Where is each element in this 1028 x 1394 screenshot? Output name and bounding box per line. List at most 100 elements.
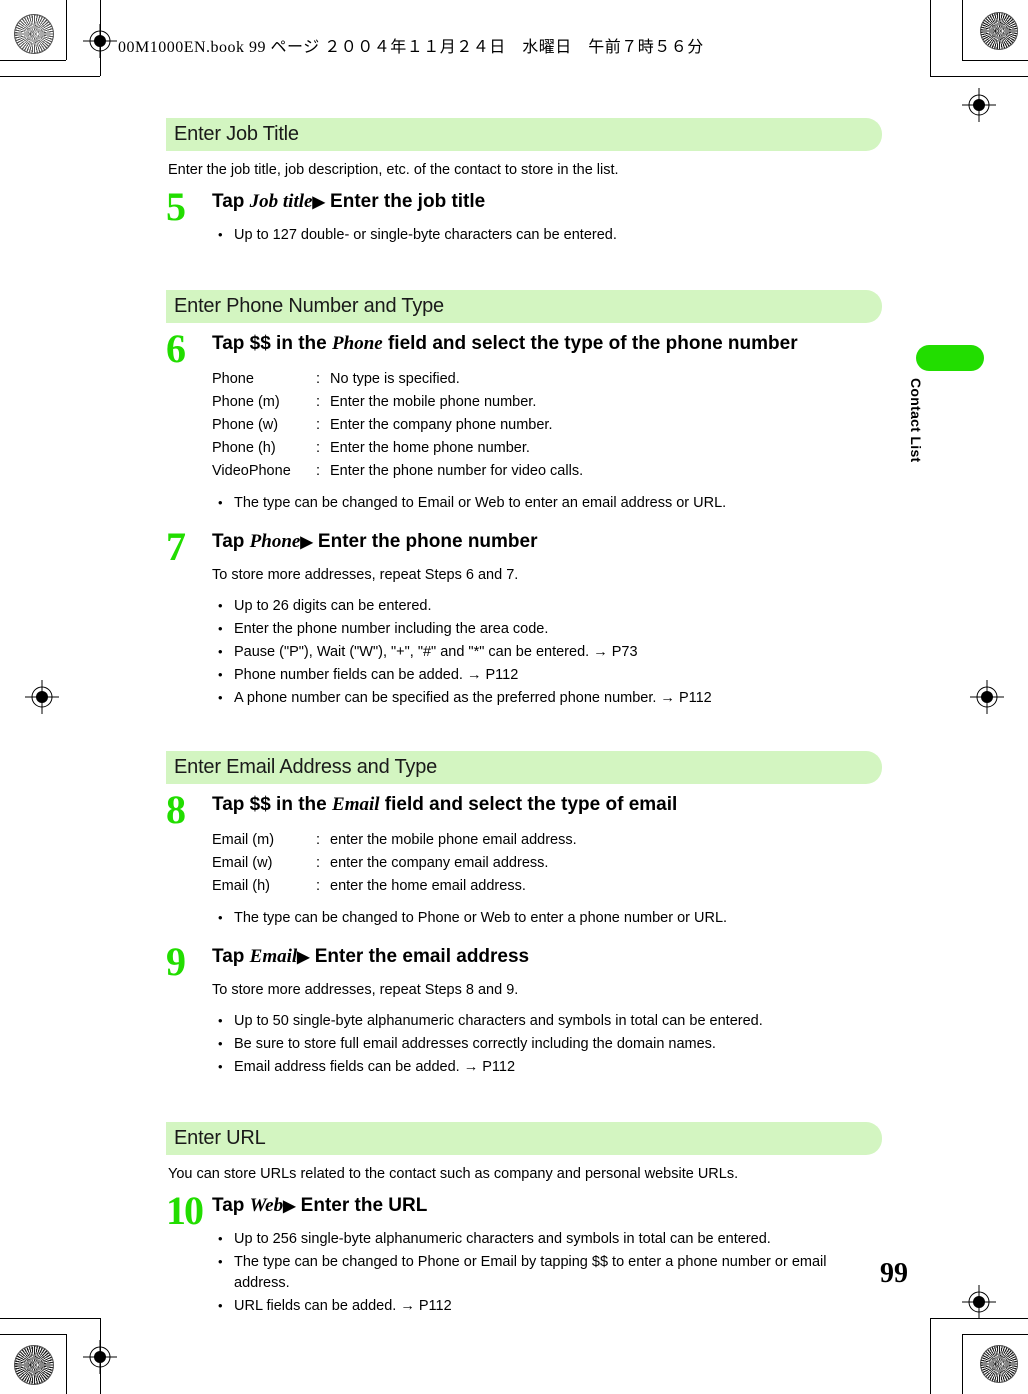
step-heading-pre: Tap $$ in the: [212, 794, 333, 815]
definition-separator: :: [316, 878, 321, 894]
step-bullet-list: Up to 127 double- or single-byte charact…: [212, 224, 882, 246]
crosshair-target-bottom-right: [962, 1285, 996, 1319]
step-body: Tap $$ in the Email field and select the…: [212, 793, 882, 931]
step-bullet-list: Up to 50 single-byte alphanumeric charac…: [212, 1010, 882, 1078]
rosette-mark-top-left: [14, 14, 54, 54]
section-enter-phone-number-and-type: Enter Phone Number and Type 6 Tap $$ in …: [166, 290, 882, 711]
section-heading-label: Enter Job Title: [174, 123, 299, 145]
definition-description: Enter the phone number for video calls.: [330, 463, 584, 479]
definition-row: Phone (h) : Enter the home phone number.: [212, 437, 882, 460]
step-7: 7 Tap Phone▶ Enter the phone number To s…: [166, 524, 882, 711]
print-slug-line: 00M1000EN.book 99 ページ ２００４年１１月２４日 水曜日 午前…: [118, 39, 704, 56]
section-tab-marker: [916, 345, 984, 371]
rosette-mark-bottom-left: [14, 1345, 54, 1385]
bullet-item: Up to 256 single-byte alphanumeric chara…: [212, 1228, 882, 1250]
definition-term: Phone (h): [212, 440, 276, 456]
crop-line-right-inner: [930, 0, 931, 76]
triangle-icon: ▶: [300, 534, 313, 551]
step-heading-post: Enter the phone number: [312, 531, 538, 552]
rosette-mark-bottom-right: [980, 1345, 1018, 1383]
step-heading: Tap Job title▶ Enter the job title: [212, 190, 882, 215]
step-number: 10: [166, 1188, 204, 1233]
crosshair-target-left-middle: [25, 680, 59, 714]
crosshair-target-bottom-left: [83, 1340, 117, 1374]
crop-line-top-outer: [0, 60, 66, 61]
definition-row: Email (w) : enter the company email addr…: [212, 852, 882, 875]
step-note: To store more addresses, repeat Steps 8 …: [212, 982, 519, 998]
email-type-definition-list: Email (m) : enter the mobile phone email…: [212, 829, 882, 898]
step-bullet-list: The type can be changed to Email or Web …: [212, 492, 882, 514]
definition-separator: :: [316, 417, 321, 433]
crosshair-target-right-middle: [970, 680, 1004, 714]
crop-line-left-outer: [66, 0, 67, 60]
step-heading: Tap Web▶ Enter the URL: [212, 1194, 882, 1219]
field-name-job-title: Job title: [249, 191, 313, 212]
definition-term: Email (m): [212, 832, 275, 848]
definition-description: Enter the mobile phone number.: [330, 394, 537, 410]
step-bullet-list: Up to 26 digits can be entered. Enter th…: [212, 595, 882, 709]
definition-description: No type is specified.: [330, 371, 460, 387]
step-bullet-list: The type can be changed to Phone or Web …: [212, 907, 882, 929]
section-intro-text: You can store URLs related to the contac…: [168, 1166, 739, 1182]
step-heading: Tap Email▶ Enter the email address: [212, 945, 882, 970]
definition-separator: :: [316, 855, 321, 871]
definition-term: Phone: [212, 371, 254, 387]
rosette-mark-top-right: [980, 12, 1018, 50]
bullet-item: Pause ("P"), Wait ("W"), "+", "#" and "*…: [212, 641, 882, 663]
step-note: To store more addresses, repeat Steps 6 …: [212, 567, 519, 583]
step-body: Tap $$ in the Phone field and select the…: [212, 332, 882, 516]
step-heading-pre: Tap: [212, 191, 250, 212]
definition-separator: :: [316, 463, 321, 479]
crosshair-target-top-right: [962, 88, 996, 122]
definition-row: Email (m) : enter the mobile phone email…: [212, 829, 882, 852]
section-enter-url: Enter URL You can store URLs related to …: [166, 1122, 882, 1319]
step-8: 8 Tap $$ in the Email field and select t…: [166, 790, 882, 931]
crop-line-bottom-right-outer: [962, 1334, 1028, 1335]
crop-line-right-bottom-outer: [962, 1334, 963, 1394]
step-heading-post: Enter the URL: [295, 1195, 428, 1216]
bullet-item: Enter the phone number including the are…: [212, 618, 882, 640]
step-heading-post: field and select the type of the phone n…: [382, 333, 798, 354]
step-heading: Tap Phone▶ Enter the phone number: [212, 530, 882, 555]
step-heading-pre: Tap: [212, 946, 250, 967]
page-number: 99: [880, 1258, 908, 1289]
step-bullet-list: Up to 256 single-byte alphanumeric chara…: [212, 1228, 882, 1317]
triangle-icon: ▶: [312, 194, 325, 211]
definition-description: Enter the home phone number.: [330, 440, 530, 456]
crop-line-left-bottom-outer: [66, 1334, 67, 1394]
step-number: 9: [166, 939, 186, 984]
step-number: 7: [166, 524, 186, 569]
definition-term: Phone (w): [212, 417, 279, 433]
definition-row: Phone (w) : Enter the company phone numb…: [212, 414, 882, 437]
step-heading-pre: Tap $$ in the: [212, 333, 333, 354]
bullet-item: Up to 50 single-byte alphanumeric charac…: [212, 1010, 882, 1032]
definition-row: Phone : No type is specified.: [212, 368, 882, 391]
crop-line-top-right-inner: [930, 76, 1028, 77]
section-heading-band: Enter URL: [166, 1122, 882, 1155]
step-number: 5: [166, 184, 186, 229]
definition-description: Enter the company phone number.: [330, 417, 553, 433]
section-enter-job-title: Enter Job Title Enter the job title, job…: [166, 118, 882, 248]
step-heading-post: Enter the job title: [324, 191, 486, 212]
crop-line-right-outer: [962, 0, 963, 60]
step-body: Tap Web▶ Enter the URL Up to 256 single-…: [212, 1194, 882, 1319]
phone-type-definition-list: Phone : No type is specified. Phone (m) …: [212, 368, 882, 483]
step-9: 9 Tap Email▶ Enter the email address To …: [166, 939, 882, 1080]
crop-line-left-bottom-inner: [100, 1318, 101, 1394]
triangle-icon: ▶: [297, 949, 310, 966]
step-body: Tap Email▶ Enter the email address To st…: [212, 945, 882, 1080]
field-name-email: Email: [249, 946, 298, 967]
step-10: 10 Tap Web▶ Enter the URL Up to 256 sing…: [166, 1188, 882, 1319]
section-heading-band: Enter Phone Number and Type: [166, 290, 882, 323]
step-heading-post: Enter the email address: [309, 946, 530, 967]
step-6: 6 Tap $$ in the Phone field and select t…: [166, 326, 882, 516]
crop-line-top-right-outer: [962, 60, 1028, 61]
definition-separator: :: [316, 371, 321, 387]
step-number: 6: [166, 326, 186, 371]
step-body: Tap Phone▶ Enter the phone number To sto…: [212, 530, 882, 711]
triangle-icon: ▶: [283, 1198, 296, 1215]
definition-term: Email (h): [212, 878, 271, 894]
crop-line-bottom-outer: [0, 1334, 66, 1335]
field-name-phone: Phone: [249, 531, 301, 552]
section-heading-label: Enter Phone Number and Type: [174, 295, 444, 317]
